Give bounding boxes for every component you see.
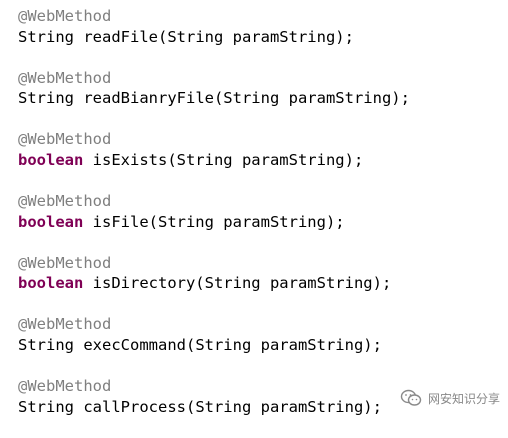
code-editor: @WebMethod String readFile(String paramSt… — [0, 0, 508, 421]
method-signature: readFile(String paramString); — [74, 27, 354, 46]
method-signature: execCommand(String paramString); — [74, 335, 382, 354]
annotation-line: @WebMethod — [18, 192, 112, 211]
method-signature-line: String readBianryFile(String paramString… — [18, 88, 410, 109]
method-declaration: @WebMethod boolean isFile(String paramStr… — [18, 191, 410, 232]
annotation-line: @WebMethod — [18, 377, 112, 396]
watermark: 网安知识分享 — [400, 389, 500, 407]
return-type: boolean — [18, 150, 84, 169]
annotation-line: @WebMethod — [18, 130, 112, 149]
return-type: String — [18, 27, 74, 46]
method-signature-line: String callProcess(String paramString); — [18, 397, 410, 418]
code-listing: @WebMethod String readFile(String paramSt… — [18, 6, 410, 438]
method-declaration: @WebMethod boolean isExists(String paramS… — [18, 129, 410, 170]
method-signature-line: String execCommand(String paramString); — [18, 335, 410, 356]
return-type: String — [18, 335, 74, 354]
method-declaration: @WebMethod String execCommand(String para… — [18, 314, 410, 355]
annotation-line: @WebMethod — [18, 315, 112, 334]
method-declaration: @WebMethod String callProcess(String para… — [18, 376, 410, 417]
method-signature: isDirectory(String paramString); — [83, 274, 392, 293]
method-signature-line: boolean isFile(String paramString); — [18, 212, 410, 233]
method-signature: callProcess(String paramString); — [74, 397, 382, 416]
method-signature-line: boolean isDirectory(String paramString); — [18, 273, 410, 294]
method-signature-line: String readFile(String paramString); — [18, 27, 410, 48]
return-type: boolean — [18, 212, 84, 231]
return-type: String — [18, 397, 74, 416]
watermark-text: 网安知识分享 — [427, 391, 500, 406]
return-type: boolean — [18, 274, 84, 293]
method-signature: readBianryFile(String paramString); — [74, 89, 410, 108]
return-type: String — [18, 89, 74, 108]
method-signature: isExists(String paramString); — [83, 150, 364, 169]
annotation-line: @WebMethod — [18, 68, 112, 87]
wechat-icon — [400, 389, 422, 406]
method-signature-line: boolean isExists(String paramString); — [18, 150, 410, 171]
method-declaration: @WebMethod String readBianryFile(String p… — [18, 68, 410, 109]
method-signature: isFile(String paramString); — [83, 212, 345, 231]
method-declaration: @WebMethod String readFile(String paramSt… — [18, 6, 410, 47]
annotation-line: @WebMethod — [18, 253, 112, 272]
method-declaration: @WebMethod boolean isDirectory(String par… — [18, 253, 410, 294]
annotation-line: @WebMethod — [18, 7, 112, 25]
